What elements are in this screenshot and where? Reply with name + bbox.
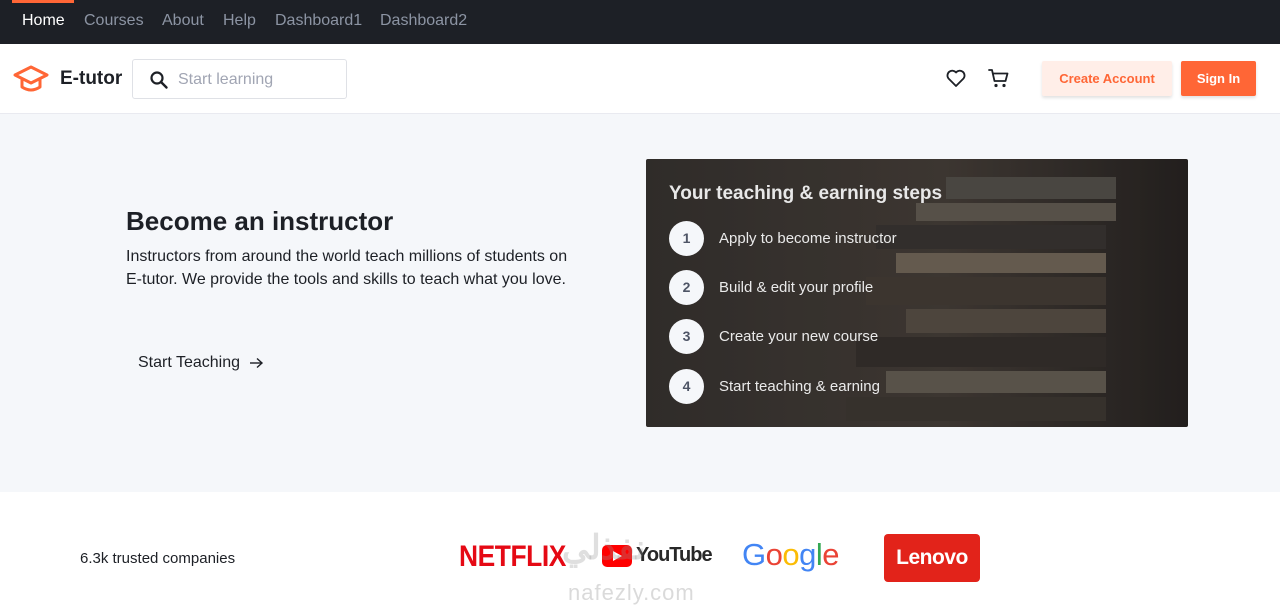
step-number: 3 — [669, 318, 704, 354]
sign-in-button[interactable]: Sign In — [1181, 61, 1256, 96]
nav-item-courses[interactable]: Courses — [84, 0, 144, 44]
nav-item-about[interactable]: About — [162, 0, 204, 44]
step-number: 1 — [669, 220, 704, 256]
search-input[interactable] — [178, 68, 338, 92]
shopping-cart-icon[interactable] — [987, 66, 1011, 90]
search-icon — [150, 71, 168, 89]
step-label: Start teaching & earning — [719, 377, 880, 395]
step-label: Build & edit your profile — [719, 278, 874, 296]
brand-name[interactable]: E-tutor — [60, 68, 122, 90]
heart-icon[interactable] — [944, 66, 968, 90]
youtube-logo-text: YouTube — [636, 544, 713, 566]
step-item: 4 Start teaching & earning — [669, 368, 880, 404]
lenovo-logo: Lenovo — [884, 534, 980, 582]
header: E-tutor Create Account Sign In — [0, 44, 1280, 114]
hero-title: Become an instructor — [126, 206, 394, 236]
start-teaching-link[interactable]: Start Teaching — [138, 354, 264, 372]
watermark-arabic: نفذلي — [562, 529, 646, 567]
netflix-logo: NETFLIX — [459, 540, 566, 573]
hero-description: Instructors from around the world teach … — [126, 248, 568, 288]
step-number: 2 — [669, 269, 704, 305]
arrow-right-icon — [250, 357, 264, 369]
step-item: 2 Build & edit your profile — [669, 269, 873, 305]
watermark-text: nafezly.com — [568, 580, 695, 605]
nav-item-help[interactable]: Help — [223, 0, 256, 44]
nav-item-dashboard1[interactable]: Dashboard1 — [275, 0, 362, 44]
search-box[interactable] — [132, 59, 347, 99]
trusted-companies-section: 6.3k trusted companies NETFLIX YouTube G… — [0, 492, 1280, 607]
start-teaching-label: Start Teaching — [138, 354, 240, 371]
step-label: Apply to become instructor — [719, 229, 897, 247]
trusted-companies-count: 6.3k trusted companies — [80, 550, 236, 567]
top-nav: Home Courses About Help Dashboard1 Dashb… — [0, 0, 1280, 44]
graduation-cap-icon[interactable] — [13, 64, 49, 94]
step-item: 1 Apply to become instructor — [669, 220, 897, 256]
nav-item-dashboard2[interactable]: Dashboard2 — [380, 0, 467, 44]
nav-item-home[interactable]: Home — [22, 0, 65, 44]
teaching-steps-card: Your teaching & earning steps 1 Apply to… — [646, 159, 1188, 427]
step-number: 4 — [669, 368, 704, 404]
steps-title: Your teaching & earning steps — [669, 183, 943, 204]
create-account-button[interactable]: Create Account — [1042, 61, 1172, 96]
step-label: Create your new course — [719, 327, 879, 345]
step-item: 3 Create your new course — [669, 318, 878, 354]
google-logo: Google — [742, 537, 840, 572]
